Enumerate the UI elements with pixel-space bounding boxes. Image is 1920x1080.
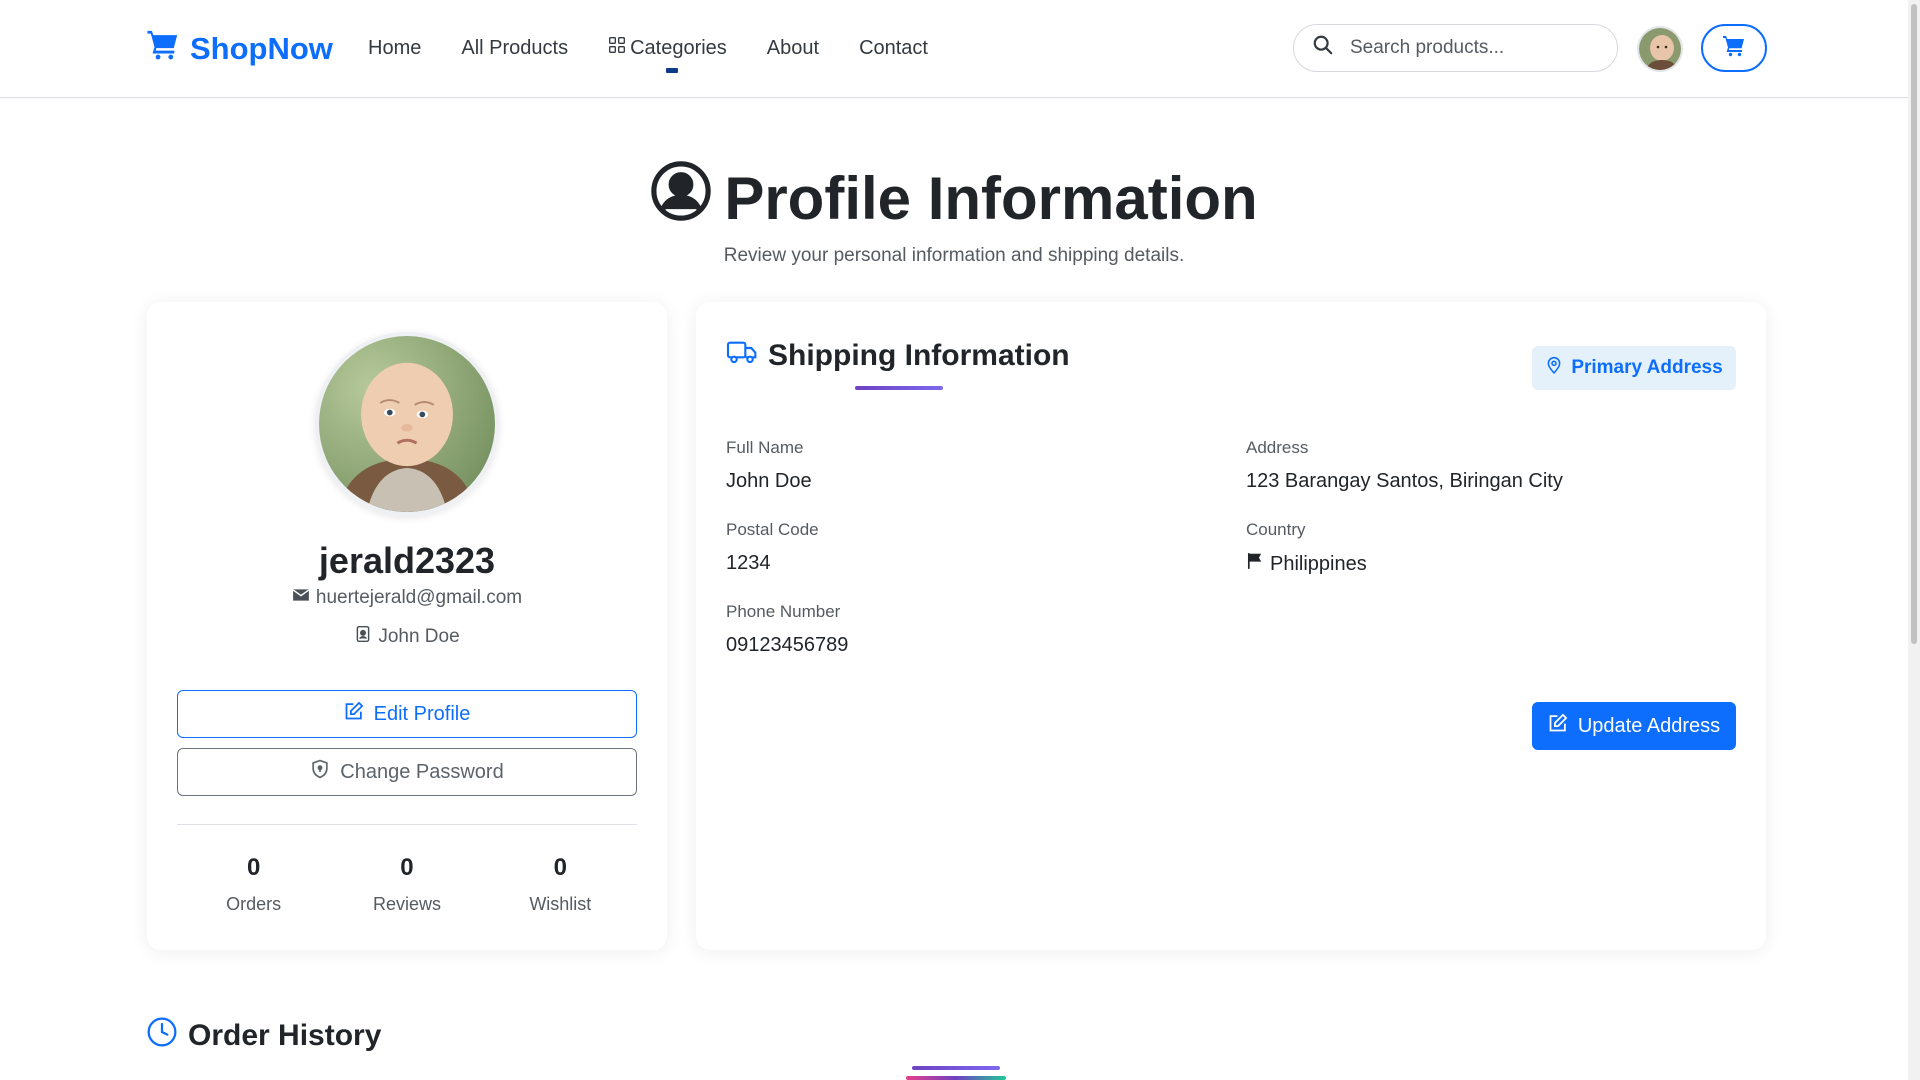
primary-address-label: Primary Address <box>1571 357 1723 378</box>
shipping-title: Shipping Information <box>726 336 1070 376</box>
stat-wishlist: 0 Wishlist <box>490 854 630 915</box>
page-subtitle: Review your personal information and shi… <box>723 245 1185 266</box>
nav-all-products-label: All Products <box>461 36 569 59</box>
profile-fullname: John Doe <box>147 625 667 649</box>
nav-categories-label: Categories <box>630 36 727 59</box>
stat-orders-label: Orders <box>226 894 282 914</box>
nav-home[interactable]: Home <box>368 36 421 60</box>
field-postal-code: Postal Code 1234 <box>726 520 819 575</box>
stat-reviews-label: Reviews <box>372 894 441 914</box>
profile-photo <box>315 332 499 516</box>
primary-address-badge: Primary Address <box>1532 346 1736 390</box>
search-icon[interactable] <box>1312 34 1334 62</box>
cart-icon <box>1722 34 1746 63</box>
brand-name: ShopNow <box>190 31 333 66</box>
field-full-name-value: John Doe <box>726 470 812 492</box>
nav-all-products[interactable]: All Products <box>461 36 568 60</box>
nav-categories[interactable]: Categories <box>608 36 727 73</box>
user-circle-icon <box>650 160 712 236</box>
navbar: ShopNow Home All Products Categories Abo… <box>0 0 1908 98</box>
profile-stats: 0 Orders 0 Reviews 0 Wishlist <box>177 854 637 915</box>
shipping-card: Shipping Information Primary Address Ful… <box>696 302 1766 950</box>
location-pin-icon <box>1545 356 1563 380</box>
field-address: Address 123 Barangay Santos, Biringan Ci… <box>1246 438 1563 493</box>
field-postal-code-label: Postal Code <box>726 520 819 539</box>
profile-divider <box>177 824 637 825</box>
field-postal-code-value: 1234 <box>726 552 771 574</box>
order-title-underline-accent <box>906 1076 1006 1080</box>
field-phone-value: 09123456789 <box>726 634 849 656</box>
shield-lock-icon <box>310 759 330 785</box>
profile-email: huertejerald@gmail.com <box>147 586 667 610</box>
id-badge-icon <box>354 625 372 649</box>
field-country: Country Philippines <box>1246 520 1367 576</box>
stat-reviews: 0 Reviews <box>337 854 477 915</box>
cart-logo-icon <box>146 28 180 70</box>
active-indicator <box>666 68 679 73</box>
change-password-label: Change Password <box>340 760 504 783</box>
search-box <box>1293 24 1618 72</box>
page-title: Profile Information <box>0 160 1908 236</box>
profile-fullname-text: John Doe <box>378 626 460 647</box>
field-address-label: Address <box>1246 438 1309 457</box>
field-phone: Phone Number 09123456789 <box>726 602 848 657</box>
stat-orders: 0 Orders <box>184 854 324 915</box>
field-country-value: Philippines <box>1246 552 1367 576</box>
edit-profile-button[interactable]: Edit Profile <box>177 690 637 738</box>
nav-contact-label: Contact <box>859 36 928 59</box>
order-title-underline <box>912 1066 1000 1070</box>
nav-about[interactable]: About <box>767 36 819 60</box>
shipping-title-text: Shipping Information <box>768 339 1070 372</box>
edit-profile-label: Edit Profile <box>373 702 471 725</box>
nav-contact[interactable]: Contact <box>859 36 928 60</box>
field-country-label: Country <box>1246 520 1306 539</box>
envelope-icon <box>292 586 310 610</box>
flag-icon <box>1246 552 1264 576</box>
field-full-name-label: Full Name <box>726 438 804 457</box>
edit-icon <box>344 701 364 727</box>
scrollbar-thumb[interactable] <box>1911 4 1917 644</box>
order-history-title-text: Order History <box>188 1019 382 1052</box>
order-history-title: Order History <box>146 1016 381 1056</box>
field-address-value: 123 Barangay Santos, Biringan City <box>1246 470 1563 492</box>
profile-email-text: huertejerald@gmail.com <box>315 587 523 608</box>
stat-reviews-value: 0 <box>400 854 414 881</box>
page: ShopNow Home All Products Categories Abo… <box>0 0 1920 1080</box>
stat-wishlist-value: 0 <box>553 854 567 881</box>
update-address-label: Update Address <box>1577 714 1721 737</box>
nav-home-label: Home <box>368 36 422 59</box>
user-avatar[interactable] <box>1637 26 1683 72</box>
nav-links: Home All Products Categories About Conta… <box>368 36 928 73</box>
stat-orders-value: 0 <box>246 854 261 881</box>
page-title-text: Profile Information <box>724 164 1258 232</box>
search-input[interactable] <box>1350 37 1570 59</box>
update-address-button[interactable]: Update Address <box>1532 702 1736 750</box>
field-full-name: Full Name John Doe <box>726 438 812 493</box>
truck-icon <box>726 336 758 376</box>
field-phone-label: Phone Number <box>726 602 841 621</box>
nav-about-label: About <box>766 36 820 59</box>
stat-wishlist-label: Wishlist <box>529 894 592 914</box>
field-country-text: Philippines <box>1270 552 1367 575</box>
edit-icon <box>1548 713 1568 739</box>
profile-username: jerald2323 <box>318 540 496 581</box>
brand-logo[interactable]: ShopNow <box>146 28 333 70</box>
clock-icon <box>146 1016 178 1056</box>
page-scrollbar[interactable] <box>1908 0 1920 1080</box>
cart-button[interactable] <box>1701 24 1767 72</box>
grid-icon <box>608 36 626 60</box>
shipping-title-underline <box>855 386 943 390</box>
change-password-button[interactable]: Change Password <box>177 748 637 796</box>
profile-card: jerald2323 huertejerald@gmail.com John D… <box>147 302 667 950</box>
